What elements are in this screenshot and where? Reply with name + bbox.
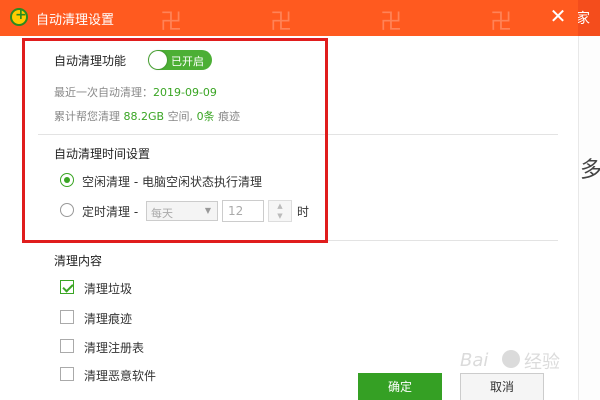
section-divider bbox=[38, 134, 558, 135]
idle-clean-radio[interactable] bbox=[60, 173, 74, 187]
total-space-value: 88.2GB bbox=[123, 110, 165, 123]
stepper-down-icon[interactable]: ▼ bbox=[269, 211, 291, 221]
clean-malware-label[interactable]: 清理恶意软件 bbox=[84, 367, 156, 384]
app-logo-icon bbox=[10, 7, 28, 26]
background-app-panel bbox=[578, 36, 600, 400]
idle-clean-label[interactable]: 空闲清理 - 电脑空闲状态执行清理 bbox=[82, 173, 262, 190]
total-traces-value: 0条 bbox=[196, 110, 215, 123]
paw-icon bbox=[502, 350, 520, 368]
chevron-down-icon: ▼ bbox=[204, 206, 212, 215]
decorative-pattern-icon: 卍 bbox=[490, 10, 513, 35]
decorative-pattern-icon: 卍 bbox=[380, 10, 403, 35]
dialog-titlebar[interactable]: 自动清理设置 卍 卍 卍 卍 ✕ bbox=[0, 0, 578, 36]
watermark-brand-latin: Bai bbox=[460, 350, 489, 371]
clean-traces-label[interactable]: 清理痕迹 bbox=[84, 310, 132, 327]
frequency-select[interactable]: 每天 ▼ bbox=[146, 201, 218, 221]
clean-junk-label[interactable]: 清理垃圾 bbox=[84, 280, 132, 297]
content-heading: 清理内容 bbox=[54, 254, 103, 268]
total-cleaned-row: 累计帮您清理 88.2GB 空间, 0条 痕迹 bbox=[54, 108, 240, 124]
close-icon[interactable]: ✕ bbox=[548, 6, 568, 26]
hour-value: 12 bbox=[228, 204, 244, 218]
hour-stepper[interactable]: ▲ ▼ bbox=[268, 200, 292, 222]
ok-button[interactable]: 确定 bbox=[358, 373, 442, 400]
decorative-pattern-icon: 卍 bbox=[160, 10, 183, 35]
decorative-pattern-icon: 卍 bbox=[270, 10, 293, 35]
total-space-suffix: 空间, bbox=[167, 110, 194, 123]
frequency-value: 每天 bbox=[151, 207, 173, 220]
schedule-heading: 自动清理时间设置 bbox=[54, 147, 151, 161]
auto-clean-label: 自动清理功能 bbox=[54, 54, 127, 68]
background-text-fragment: 多 bbox=[580, 158, 600, 183]
toggle-knob bbox=[149, 51, 167, 69]
clean-malware-checkbox[interactable] bbox=[60, 367, 74, 381]
last-clean-date: 2019-09-09 bbox=[153, 86, 217, 99]
background-header-fragment: 家 bbox=[576, 11, 590, 27]
watermark-brand-cn: 经验 bbox=[524, 352, 560, 373]
clean-registry-label[interactable]: 清理注册表 bbox=[84, 339, 144, 356]
dialog-title: 自动清理设置 bbox=[36, 13, 115, 28]
total-traces-suffix: 痕迹 bbox=[218, 110, 241, 123]
stepper-up-icon[interactable]: ▲ bbox=[269, 201, 291, 211]
last-clean-row: 最近一次自动清理：2019-09-09 bbox=[54, 84, 217, 100]
clean-junk-checkbox[interactable] bbox=[60, 280, 74, 294]
clean-traces-checkbox[interactable] bbox=[60, 310, 74, 324]
last-clean-label: 最近一次自动清理： bbox=[54, 86, 153, 99]
toggle-state-label: 已开启 bbox=[171, 55, 204, 68]
auto-clean-toggle[interactable]: 已开启 bbox=[148, 50, 212, 70]
timed-clean-radio[interactable] bbox=[60, 203, 74, 217]
hour-input[interactable]: 12 bbox=[222, 200, 264, 222]
watermark: Bai 经验 bbox=[460, 340, 570, 380]
timed-clean-label[interactable]: 定时清理 - bbox=[82, 203, 138, 220]
clean-registry-checkbox[interactable] bbox=[60, 339, 74, 353]
hour-unit-label: 时 bbox=[297, 205, 310, 219]
section-divider bbox=[38, 240, 558, 241]
total-cleaned-prefix: 累计帮您清理 bbox=[54, 110, 120, 123]
